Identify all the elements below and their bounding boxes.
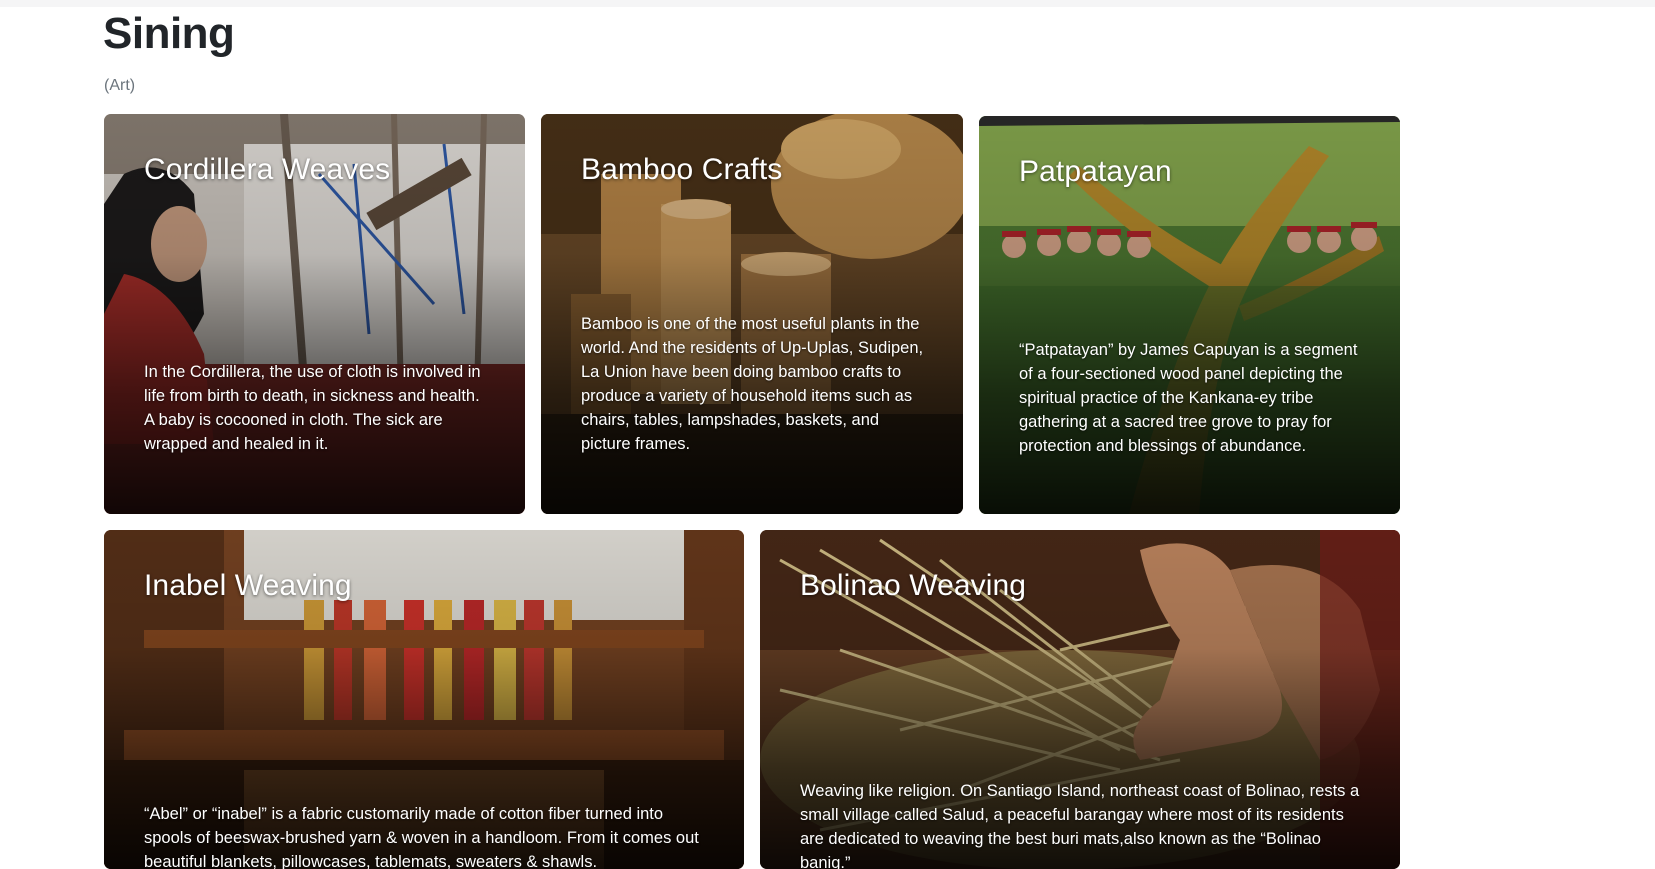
card-title: Bamboo Crafts	[581, 153, 783, 186]
card-description: In the Cordillera, the use of cloth is i…	[144, 363, 481, 453]
card-description: Bamboo is one of the most useful plants …	[581, 315, 924, 453]
top-bar	[0, 0, 1655, 7]
card-title: Patpatayan	[1019, 155, 1172, 188]
card-title: Inabel Weaving	[144, 569, 352, 602]
card-title: Bolinao Weaving	[800, 569, 1027, 602]
card-bamboo-crafts[interactable]: Bamboo Crafts Bamboo is one of the most …	[541, 114, 963, 514]
card-inabel-weaving[interactable]: Inabel Weaving “Abel” or “inabel” is a f…	[104, 530, 744, 869]
card-description: Weaving like religion. On Santiago Islan…	[800, 782, 1360, 869]
card-description: “Patpatayan” by James Capuyan is a segme…	[1019, 341, 1358, 455]
card-description: “Abel” or “inabel” is a fabric customari…	[144, 805, 699, 869]
card-cordillera-weaves[interactable]: Cordillera Weaves In the Cordillera, the…	[104, 114, 525, 514]
page-subtitle: (Art)	[104, 77, 136, 94]
page-title: Sining	[103, 9, 235, 58]
card-title: Cordillera Weaves	[144, 153, 391, 186]
card-bolinao-weaving[interactable]: Bolinao Weaving Weaving like religion. O…	[760, 530, 1400, 869]
card-patpatayan[interactable]: Patpatayan “Patpatayan” by James Capuyan…	[979, 116, 1400, 514]
